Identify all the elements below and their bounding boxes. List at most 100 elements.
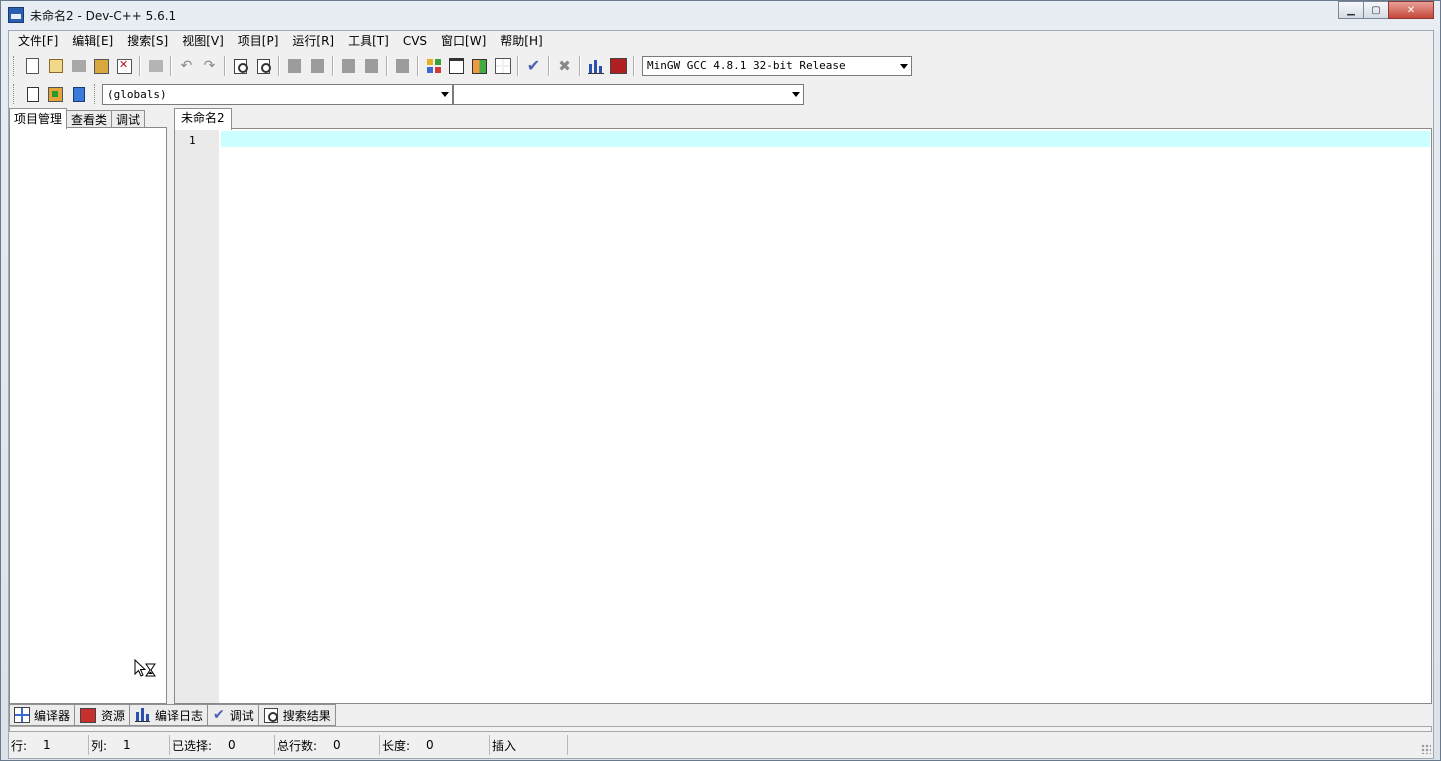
menu-edit[interactable]: 编辑[E] [65, 31, 120, 52]
close-file-button[interactable] [113, 55, 136, 77]
syntax-check-button[interactable]: ✔ [522, 55, 545, 77]
left-panel-tabs: 项目管理 查看类 调试 [9, 108, 146, 129]
chevron-down-icon[interactable] [792, 91, 800, 97]
scope-select[interactable]: (globals) [102, 83, 453, 105]
save-button[interactable] [67, 55, 90, 77]
new-file-button[interactable] [21, 55, 44, 77]
unindent-button[interactable] [306, 55, 329, 77]
redo-button[interactable]: ↷ [198, 55, 221, 77]
line-gutter: 1 [175, 129, 219, 703]
status-col-value: 1 [123, 738, 131, 752]
close-file-icon [117, 58, 132, 74]
editor-tab[interactable]: 未命名2 [174, 108, 232, 130]
status-sel-value: 0 [228, 738, 236, 752]
chevron-down-icon[interactable] [441, 91, 449, 97]
compile-icon [426, 59, 441, 73]
tab-project[interactable]: 项目管理 [9, 108, 68, 129]
delete-profile-icon [610, 58, 627, 74]
add-to-project-button[interactable] [44, 83, 67, 105]
toolbar-separator [170, 56, 172, 76]
window-controls: ▁ ▢ ✕ [1338, 1, 1434, 19]
rebuild-button[interactable] [491, 55, 514, 77]
scope-select-value: (globals) [107, 87, 167, 101]
insert-button[interactable] [21, 83, 44, 105]
toolbar-grip[interactable] [94, 84, 98, 104]
redo-icon: ↷ [203, 58, 216, 74]
editor-area: 未命名2 1 [174, 108, 1434, 704]
indent-button[interactable] [283, 55, 306, 77]
print-button[interactable] [144, 55, 167, 77]
title-bar[interactable]: 未命名2 - Dev-C++ 5.6.1 ▁ ▢ ✕ [1, 1, 1440, 30]
run-icon [449, 58, 464, 74]
undo-button[interactable]: ↶ [175, 55, 198, 77]
status-len-value: 0 [426, 738, 434, 752]
compile-log-icon [135, 708, 151, 722]
replace-icon [257, 58, 271, 74]
tab-compiler[interactable]: 编译器 [9, 704, 76, 726]
compile-button[interactable] [422, 55, 445, 77]
rebuild-icon [494, 58, 511, 74]
toggle-bookmark-button[interactable] [337, 55, 360, 77]
tab-resources[interactable]: 资源 [74, 704, 131, 726]
tab-debug-output[interactable]: ✔ 调试 [207, 704, 259, 726]
minimize-button[interactable]: ▁ [1338, 1, 1364, 19]
menu-project[interactable]: 项目[P] [231, 31, 286, 52]
toolbar-separator [633, 56, 635, 76]
goto-line-button[interactable] [391, 55, 414, 77]
resize-grip[interactable] [1421, 744, 1431, 754]
chevron-down-icon[interactable] [900, 64, 908, 69]
menu-execute[interactable]: 运行[R] [285, 31, 341, 52]
tab-label: 搜索结果 [282, 708, 331, 723]
resources-icon [80, 707, 97, 723]
menu-cvs[interactable]: CVS [396, 31, 434, 52]
run-button[interactable] [445, 55, 468, 77]
print-icon [148, 60, 163, 72]
window-title: 未命名2 - Dev-C++ 5.6.1 [30, 9, 177, 23]
tab-label: 编译器 [34, 708, 71, 723]
delete-profile-button[interactable] [607, 55, 630, 77]
toolbar-separator [332, 56, 334, 76]
goto-bookmark-button[interactable] [360, 55, 383, 77]
profile-button[interactable] [584, 55, 607, 77]
save-icon [71, 60, 86, 72]
replace-button[interactable] [252, 55, 275, 77]
menu-view[interactable]: 视图[V] [175, 31, 231, 52]
toolbar-grip[interactable] [13, 84, 17, 104]
save-all-button[interactable] [90, 55, 113, 77]
maximize-button[interactable]: ▢ [1363, 1, 1389, 19]
debug-check-icon: ✔ [213, 707, 225, 723]
compiler-icon [14, 707, 30, 723]
panel-splitter[interactable] [9, 726, 1432, 732]
open-file-button[interactable] [44, 55, 67, 77]
tab-compile-log[interactable]: 编译日志 [129, 704, 209, 726]
open-file-icon [48, 59, 63, 73]
status-length: 长度: 0 [380, 735, 490, 755]
menu-search[interactable]: 搜索[S] [120, 31, 175, 52]
tab-search-results[interactable]: 搜索结果 [257, 704, 336, 726]
find-button[interactable] [229, 55, 252, 77]
toolbar-grip[interactable] [13, 56, 17, 76]
client-area: 文件[F] 编辑[E] 搜索[S] 视图[V] 项目[P] 运行[R] 工具[T… [8, 30, 1434, 759]
menu-file[interactable]: 文件[F] [11, 31, 65, 52]
status-mode: 插入 [490, 735, 568, 755]
compile-run-button[interactable] [468, 55, 491, 77]
bookmark-button[interactable] [67, 83, 90, 105]
project-tree[interactable] [9, 127, 167, 704]
goto-line-icon [396, 59, 409, 73]
status-col-label: 列: [91, 738, 108, 753]
close-button[interactable]: ✕ [1388, 1, 1434, 19]
toolbar-separator [224, 56, 226, 76]
code-editor[interactable]: 1 [174, 128, 1432, 704]
member-select[interactable] [453, 83, 804, 105]
compiler-select[interactable]: MinGW GCC 4.8.1 32-bit Release [642, 56, 912, 76]
stop-button[interactable]: ✖ [553, 55, 576, 77]
status-row: 行: 1 [9, 735, 89, 755]
bottom-panel-tabs: 编译器 资源 编译日志 ✔ 调试 搜索结果 [9, 704, 336, 726]
menu-help[interactable]: 帮助[H] [493, 31, 549, 52]
save-all-icon [94, 58, 109, 74]
status-mode-value: 插入 [492, 738, 517, 753]
toolbar-separator [517, 56, 519, 76]
menu-tools[interactable]: 工具[T] [341, 31, 396, 52]
menu-window[interactable]: 窗口[W] [434, 31, 493, 52]
insert-icon [26, 86, 39, 102]
